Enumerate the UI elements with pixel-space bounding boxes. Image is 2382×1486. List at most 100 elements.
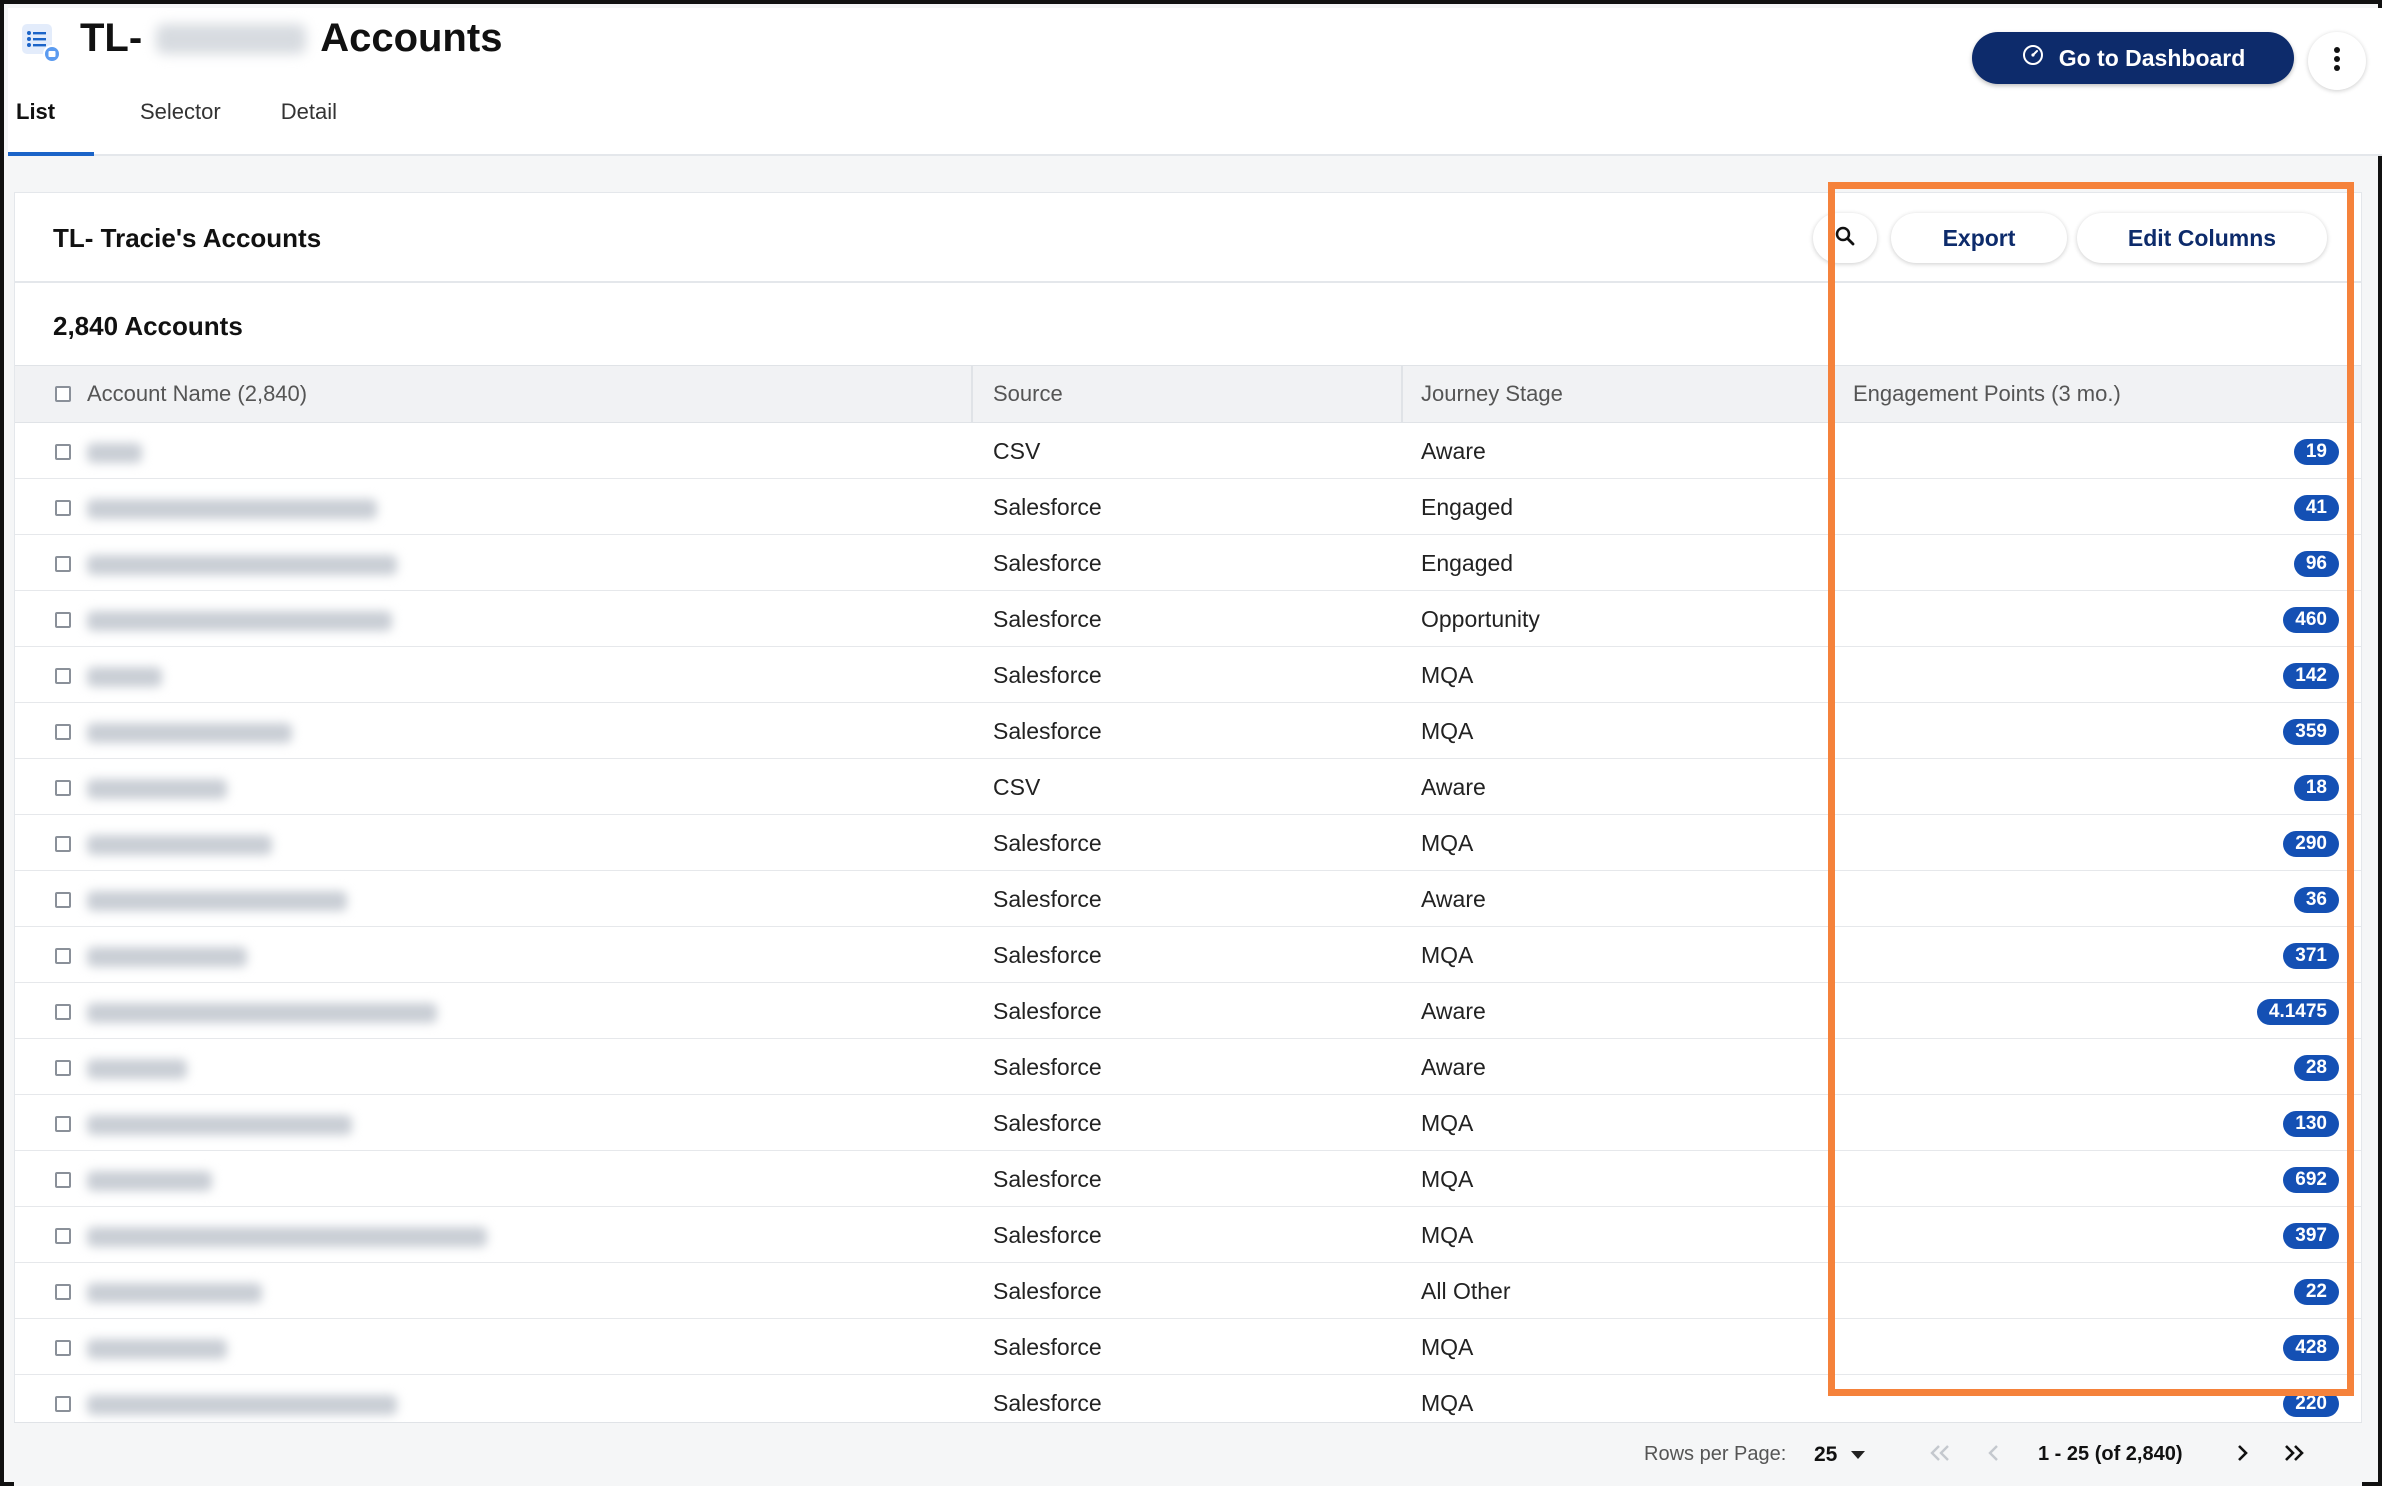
row-checkbox[interactable]: [55, 1060, 71, 1076]
row-checkbox[interactable]: [55, 724, 71, 740]
engagement-points-badge: 36: [2293, 887, 2339, 913]
table-row[interactable]: Salesforce MQA 359: [15, 703, 2361, 759]
account-name-cell[interactable]: [87, 871, 347, 927]
table-row[interactable]: Salesforce Aware 36: [15, 871, 2361, 927]
source-header[interactable]: Source: [993, 366, 1063, 424]
table-row[interactable]: CSV Aware 19: [15, 423, 2361, 479]
redacted-account-name: [87, 1170, 212, 1191]
source-cell: Salesforce: [993, 830, 1102, 856]
previous-page-button[interactable]: [1976, 1435, 2012, 1475]
table-row[interactable]: Salesforce Opportunity 460: [15, 591, 2361, 647]
account-name-cell[interactable]: [87, 1263, 262, 1319]
account-name-cell[interactable]: [87, 703, 292, 759]
tab-list[interactable]: List: [8, 88, 94, 156]
account-name-cell[interactable]: [87, 927, 247, 983]
search-button[interactable]: [1813, 213, 1877, 263]
journey-stage-cell: Aware: [1421, 1054, 1486, 1080]
journey-stage-cell: Aware: [1421, 438, 1486, 464]
tab-selector[interactable]: Selector: [124, 88, 237, 156]
tab-detail[interactable]: Detail: [265, 88, 353, 156]
redacted-account-name: [87, 610, 392, 631]
account-name-cell[interactable]: [87, 1151, 212, 1207]
row-checkbox[interactable]: [55, 612, 71, 628]
table-row[interactable]: Salesforce Engaged 96: [15, 535, 2361, 591]
table-row[interactable]: Salesforce Engaged 41: [15, 479, 2361, 535]
table-row[interactable]: Salesforce MQA 130: [15, 1095, 2361, 1151]
row-checkbox[interactable]: [55, 1284, 71, 1300]
engagement-points-badge: 460: [2283, 607, 2339, 633]
rows-per-page-select[interactable]: 25: [1814, 1437, 1894, 1473]
engagement-points-badge: 19: [2293, 439, 2339, 465]
go-to-dashboard-button[interactable]: Go to Dashboard: [1972, 32, 2294, 84]
account-name-cell[interactable]: [87, 759, 227, 815]
row-checkbox[interactable]: [55, 780, 71, 796]
journey-stage-cell: MQA: [1421, 1334, 1474, 1360]
table-row[interactable]: Salesforce MQA 692: [15, 1151, 2361, 1207]
redacted-owner-name: [156, 23, 307, 54]
account-name-cell[interactable]: [87, 535, 397, 591]
row-checkbox[interactable]: [55, 1172, 71, 1188]
table-row[interactable]: Salesforce MQA 428: [15, 1319, 2361, 1375]
journey-stage-header[interactable]: Journey Stage: [1421, 366, 1563, 424]
list-icon: [22, 24, 62, 64]
column-divider: [1401, 366, 1403, 424]
table-row[interactable]: Salesforce MQA 371: [15, 927, 2361, 983]
table-row[interactable]: Salesforce MQA 290: [15, 815, 2361, 871]
account-name-cell[interactable]: [87, 983, 437, 1039]
journey-stage-cell: MQA: [1421, 830, 1474, 856]
engagement-points-badge: 96: [2293, 551, 2339, 577]
account-name-cell[interactable]: [87, 479, 377, 535]
row-checkbox[interactable]: [55, 1004, 71, 1020]
kebab-icon: [2333, 46, 2341, 77]
card-title: TL- Tracie's Accounts: [53, 223, 322, 253]
accounts-count: 2,840 Accounts: [53, 311, 243, 341]
export-button[interactable]: Export: [1891, 213, 2067, 263]
row-checkbox[interactable]: [55, 948, 71, 964]
account-name-cell[interactable]: [87, 1039, 187, 1095]
account-name-cell[interactable]: [87, 1319, 227, 1375]
row-checkbox[interactable]: [55, 836, 71, 852]
row-checkbox[interactable]: [55, 556, 71, 572]
redacted-account-name: [87, 722, 292, 743]
row-checkbox[interactable]: [55, 1396, 71, 1412]
account-name-header[interactable]: Account Name (2,840): [15, 366, 975, 424]
row-checkbox[interactable]: [55, 892, 71, 908]
redacted-account-name: [87, 498, 377, 519]
account-name-cell[interactable]: [87, 1095, 352, 1151]
edit-columns-button[interactable]: Edit Columns: [2077, 213, 2327, 263]
row-checkbox[interactable]: [55, 500, 71, 516]
accounts-table: Account Name (2,840) Source Journey Stag…: [15, 365, 2361, 1431]
row-checkbox[interactable]: [55, 444, 71, 460]
table-row[interactable]: Salesforce Aware 28: [15, 1039, 2361, 1095]
account-name-cell[interactable]: [87, 815, 272, 871]
redacted-account-name: [87, 666, 162, 687]
next-page-button[interactable]: [2224, 1435, 2260, 1475]
account-name-cell[interactable]: [87, 1207, 487, 1263]
row-checkbox[interactable]: [55, 1116, 71, 1132]
account-name-cell[interactable]: [87, 423, 142, 479]
select-all-checkbox[interactable]: [55, 386, 71, 402]
redacted-account-name: [87, 1338, 227, 1359]
column-divider: [1833, 366, 1835, 424]
first-page-button[interactable]: [1922, 1435, 1958, 1475]
table-row[interactable]: Salesforce MQA 397: [15, 1207, 2361, 1263]
account-name-cell[interactable]: [87, 591, 392, 647]
row-checkbox[interactable]: [55, 1228, 71, 1244]
gauge-icon: [2021, 43, 2045, 73]
journey-stage-cell: Engaged: [1421, 494, 1514, 520]
row-checkbox[interactable]: [55, 668, 71, 684]
engagement-points-header[interactable]: Engagement Points (3 mo.): [1853, 366, 2121, 424]
card-header: TL- Tracie's Accounts Export Edit Column…: [15, 193, 2361, 283]
table-row[interactable]: Salesforce MQA 142: [15, 647, 2361, 703]
account-name-cell[interactable]: [87, 647, 162, 703]
table-row[interactable]: Salesforce Aware 4.1475: [15, 983, 2361, 1039]
row-checkbox[interactable]: [55, 1340, 71, 1356]
table-row[interactable]: CSV Aware 18: [15, 759, 2361, 815]
more-options-button[interactable]: [2308, 32, 2366, 90]
source-cell: Salesforce: [993, 886, 1102, 912]
journey-stage-cell: Engaged: [1421, 550, 1514, 576]
double-chevron-right-icon: [2281, 1443, 2307, 1468]
chevron-right-icon: [2234, 1443, 2250, 1468]
last-page-button[interactable]: [2276, 1435, 2312, 1475]
table-row[interactable]: Salesforce All Other 22: [15, 1263, 2361, 1319]
